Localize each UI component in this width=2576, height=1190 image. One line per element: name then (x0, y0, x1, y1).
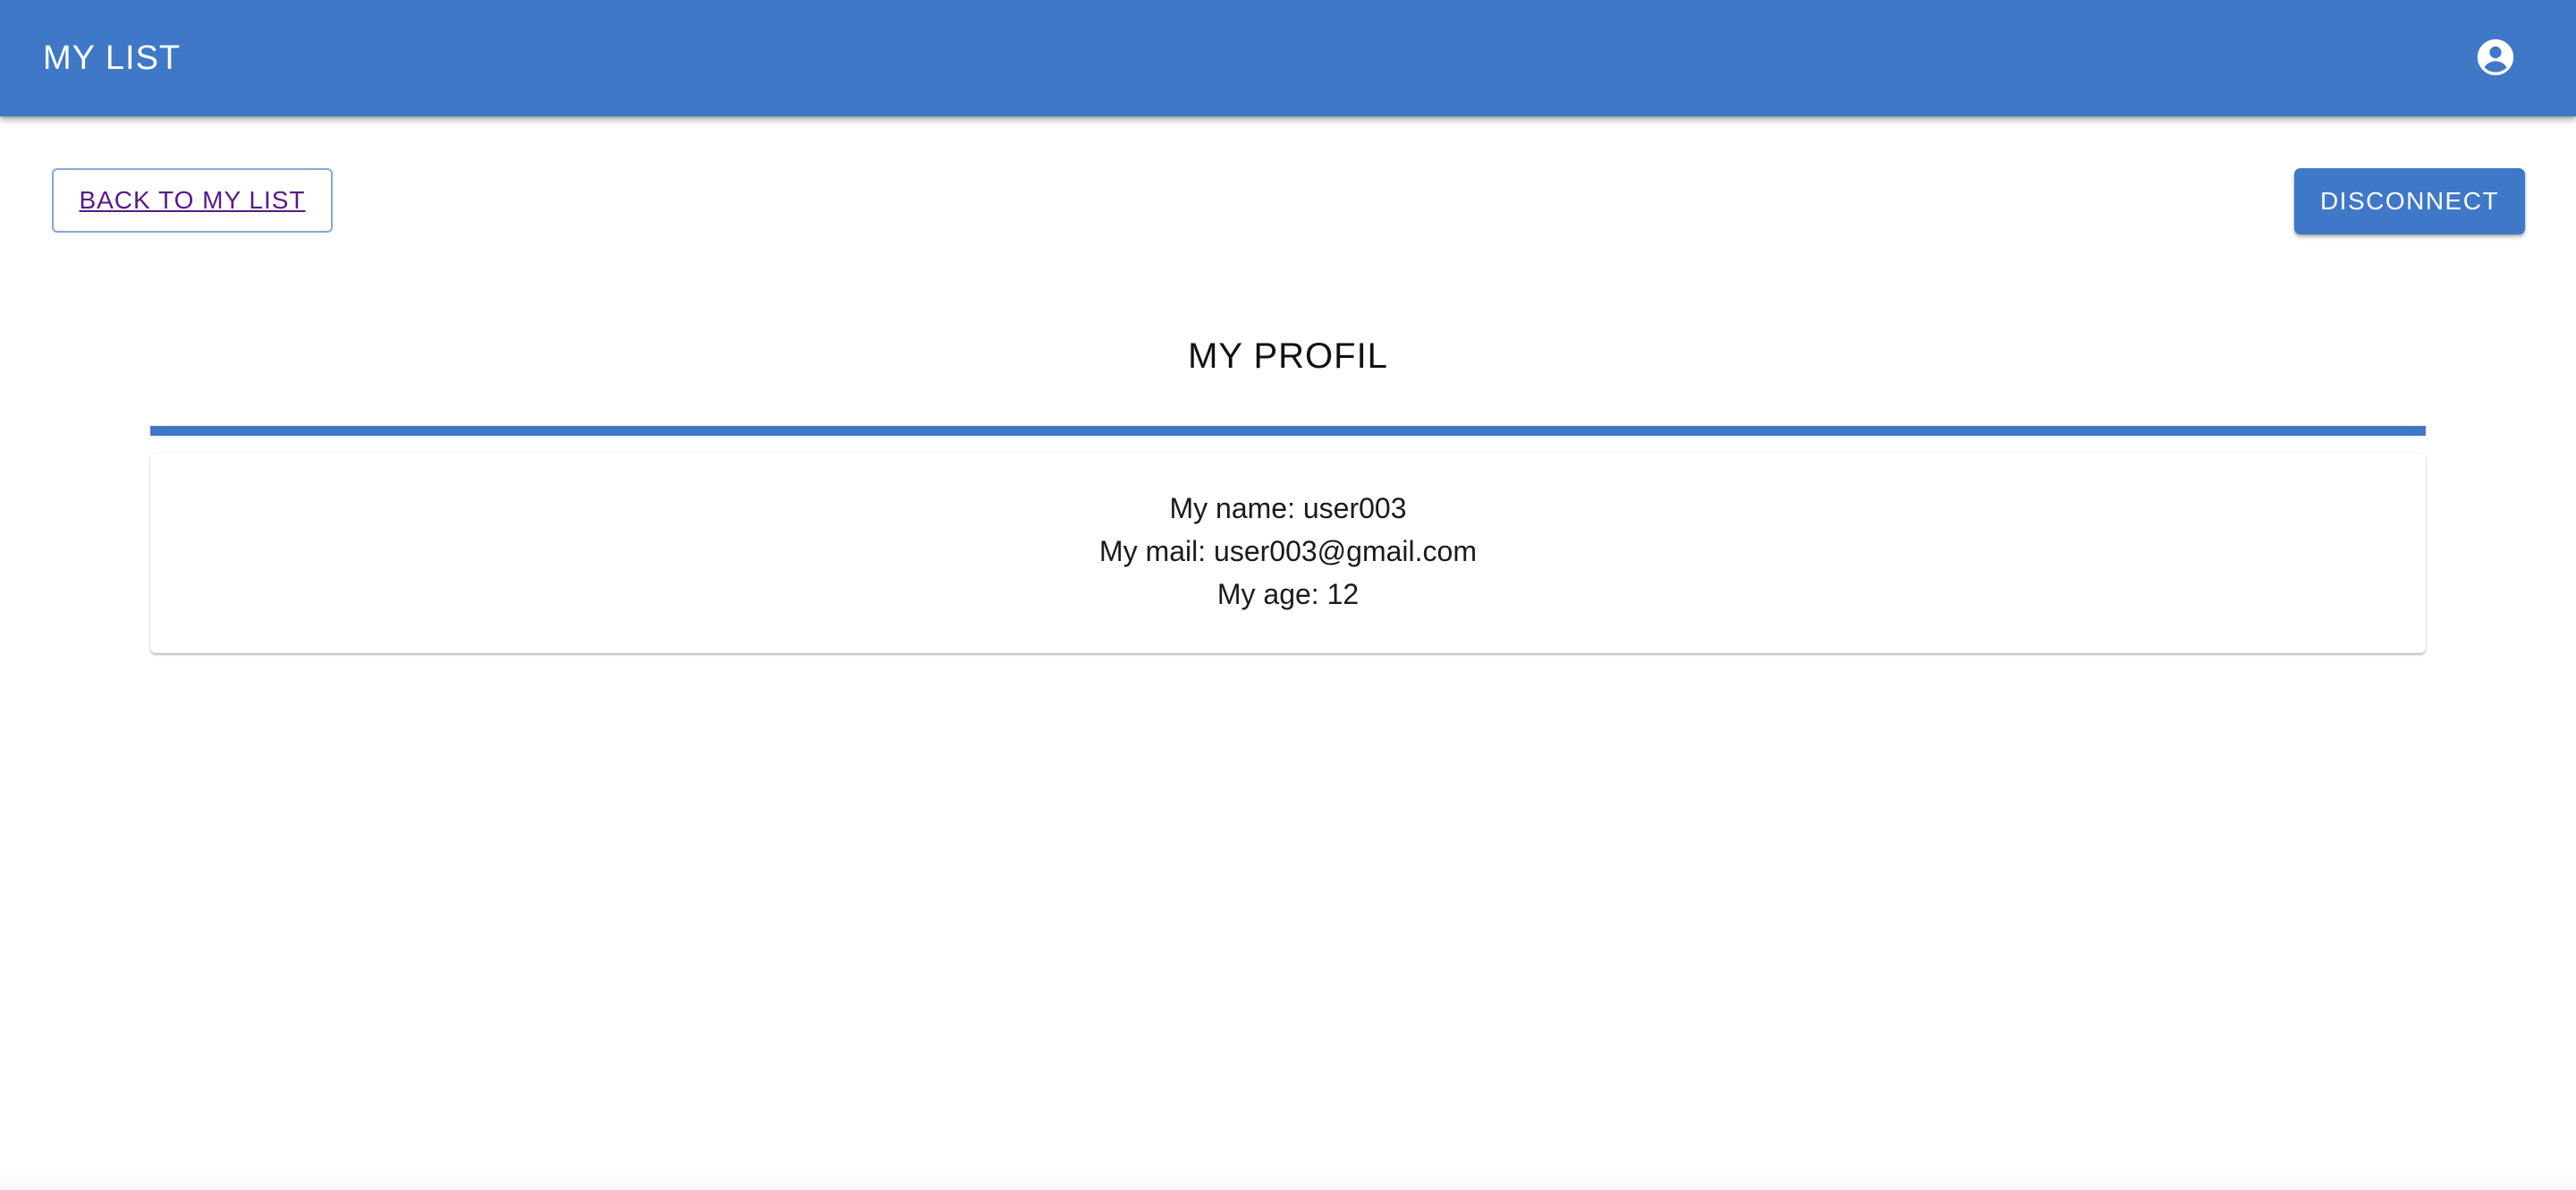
title-divider (150, 426, 2426, 436)
account-circle-icon (2477, 38, 2514, 76)
profile-age: My age: 12 (1216, 578, 1360, 610)
app-bar: MY LIST (0, 0, 2576, 116)
disconnect-button[interactable]: DISCONNECT (2294, 168, 2525, 234)
account-button[interactable] (2467, 29, 2524, 86)
profile-name: My name: user003 (1169, 492, 1407, 524)
app-title: MY LIST (43, 39, 182, 77)
profile-card: My name: user003 My mail: user003@gmail.… (150, 453, 2426, 653)
page-bottom-edge (0, 1170, 2576, 1190)
back-to-list-button[interactable]: BACK TO MY LIST (52, 168, 333, 233)
back-to-list-link[interactable]: BACK TO MY LIST (79, 186, 305, 215)
page-title: MY PROFIL (1188, 336, 1388, 376)
profile-mail: My mail: user003@gmail.com (1099, 535, 1477, 567)
